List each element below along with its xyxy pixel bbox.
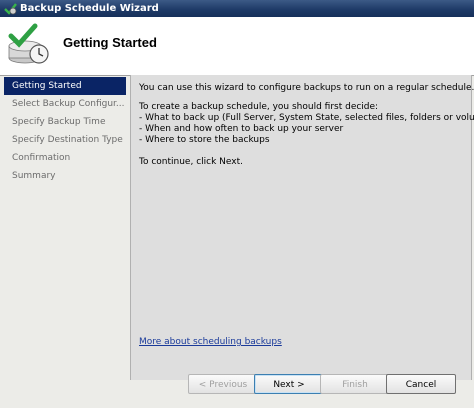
wizard-window: Backup Schedule Wizard Getting Started G… — [0, 0, 474, 408]
intro-text: You can use this wizard to configure bac… — [139, 83, 474, 93]
continue-text: To continue, click Next. — [139, 157, 243, 167]
backup-icon — [3, 2, 17, 16]
page-title: Getting Started — [63, 35, 157, 50]
decide-block: To create a backup schedule, you should … — [139, 102, 474, 146]
finish-button[interactable]: Finish — [320, 374, 390, 394]
wizard-steps-nav: Getting Started Select Backup Configur..… — [2, 77, 128, 382]
content-panel: You can use this wizard to configure bac… — [130, 75, 474, 380]
button-bar: < Previous Next > Finish Cancel — [0, 374, 474, 408]
previous-button[interactable]: < Previous — [188, 374, 258, 394]
nav-step-select-backup-configuration[interactable]: Select Backup Configur... — [2, 95, 128, 113]
nav-step-getting-started[interactable]: Getting Started — [4, 77, 126, 95]
bullet-when: - When and how often to back up your ser… — [139, 124, 344, 134]
cancel-button[interactable]: Cancel — [386, 374, 456, 394]
nav-step-specify-destination-type[interactable]: Specify Destination Type — [2, 131, 128, 149]
window-title: Backup Schedule Wizard — [20, 3, 159, 14]
wizard-header: Getting Started — [0, 17, 474, 76]
nav-step-confirmation[interactable]: Confirmation — [2, 149, 128, 167]
nav-step-specify-backup-time[interactable]: Specify Backup Time — [2, 113, 128, 131]
next-button[interactable]: Next > — [254, 374, 324, 394]
more-info-link[interactable]: More about scheduling backups — [139, 337, 282, 347]
bullet-what: - What to back up (Full Server, System S… — [139, 113, 474, 123]
title-bar[interactable]: Backup Schedule Wizard — [0, 0, 474, 17]
decide-text: To create a backup schedule, you should … — [139, 102, 379, 112]
bullet-where: - Where to store the backups — [139, 135, 270, 145]
backup-schedule-icon — [5, 22, 51, 68]
nav-step-summary[interactable]: Summary — [2, 167, 128, 185]
